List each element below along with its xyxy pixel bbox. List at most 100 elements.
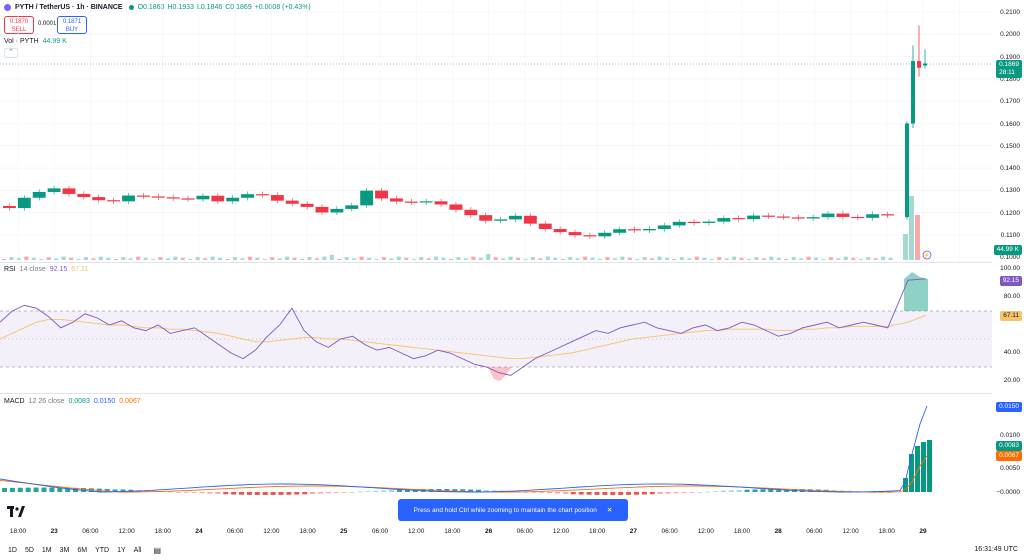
volume-bar	[545, 256, 550, 260]
time-axis-label: 18:00	[878, 528, 895, 535]
volume-bar	[165, 258, 170, 260]
volume-bar	[530, 257, 535, 260]
time-axis-label: 06:00	[806, 528, 823, 535]
macd-hist-tag: 0.0083	[996, 441, 1022, 451]
rsi-chart[interactable]	[0, 263, 992, 393]
goto-date-icon[interactable]: ▤	[153, 546, 161, 555]
volume-bar	[411, 259, 416, 260]
macd-hist-bar	[626, 492, 632, 495]
time-axis-label: 06:00	[661, 528, 678, 535]
volume-bar	[98, 256, 103, 260]
volume-bar	[843, 256, 848, 260]
range-button-all[interactable]: All	[134, 547, 142, 554]
volume-bar	[188, 259, 193, 260]
volume-bar	[687, 258, 692, 260]
volume-bar	[732, 256, 737, 260]
macd-hist-bar	[341, 492, 347, 493]
volume-bar	[240, 258, 245, 260]
time-axis-label: 12:00	[842, 528, 859, 535]
macd-hist-bar	[594, 492, 600, 495]
macd-hist-bar	[175, 492, 181, 493]
toast-close-icon[interactable]: ✕	[607, 506, 612, 514]
volume-bar	[590, 257, 595, 260]
range-button-5d[interactable]: 5D	[25, 547, 34, 554]
range-button-1y[interactable]: 1Y	[117, 547, 126, 554]
volume-bar	[717, 257, 722, 260]
candle	[917, 61, 921, 68]
range-button-ytd[interactable]: YTD	[95, 547, 109, 554]
candle	[553, 228, 567, 233]
macd-hist-bar	[602, 492, 608, 495]
volume-bar	[553, 257, 558, 260]
macd-hist-bar	[752, 489, 758, 492]
volume-bar	[143, 257, 148, 260]
candle	[211, 195, 225, 202]
macd-hist-bar	[381, 490, 387, 492]
macd-hist-bar	[610, 492, 616, 495]
candle	[479, 215, 493, 221]
price-grid	[0, 0, 992, 262]
macd-axis[interactable]: 0.0100 0.0050 −0.0000 0.0150 0.0083 0.00…	[992, 394, 1024, 524]
range-button-6m[interactable]: 6M	[77, 547, 87, 554]
price-axis-label: 0.2000	[1000, 31, 1020, 39]
volume-bar	[195, 257, 200, 260]
candle	[613, 229, 627, 233]
candle	[3, 206, 16, 209]
volume-bar	[642, 257, 647, 260]
candle	[77, 193, 91, 198]
volume-bar	[203, 258, 208, 260]
macd-hist-bar	[2, 488, 7, 492]
tradingview-logo-icon[interactable]	[7, 506, 25, 518]
volume-bar	[598, 259, 602, 260]
volume-bar	[523, 259, 528, 260]
price-chart[interactable]: ⚡	[0, 0, 992, 262]
volume-bar	[2, 259, 6, 260]
time-axis-label: 12:00	[697, 528, 714, 535]
candle	[375, 190, 388, 199]
macd-hist-bar	[909, 454, 914, 492]
range-button-1d[interactable]: 1D	[8, 547, 17, 554]
range-button-1m[interactable]: 1M	[42, 547, 52, 554]
macd-hist-bar	[760, 489, 766, 492]
time-axis-label: 27	[629, 528, 638, 535]
utc-clock[interactable]: 16:31:49 UTC	[974, 546, 1018, 553]
volume-bar	[270, 257, 275, 260]
volume-bar	[16, 258, 21, 260]
macd-axis-label: 0.0100	[1000, 432, 1020, 439]
rsi-axis[interactable]: 100.00 80.00 40.00 20.00 92.15 67.11	[992, 263, 1024, 393]
macd-hist-bar	[397, 489, 402, 492]
volume-bar	[739, 257, 744, 260]
volume-bar	[560, 259, 565, 260]
volume-bar	[31, 257, 36, 260]
macd-signal-tag: 0.0067	[996, 451, 1022, 461]
volume-bar	[709, 259, 714, 260]
macd-hist-bar	[262, 492, 268, 495]
range-buttons: 1D 5D 1M 3M 6M YTD 1Y All	[8, 547, 141, 554]
macd-hist-bar	[207, 492, 213, 494]
macd-hist-bar	[618, 492, 624, 495]
volume-bar	[300, 259, 304, 260]
macd-hist-bar	[9, 487, 15, 492]
volume-bar	[419, 257, 424, 260]
volume-bar	[180, 257, 185, 260]
volume-bar	[54, 258, 59, 260]
volume-bar	[881, 256, 886, 260]
macd-hist-bar	[349, 491, 355, 493]
price-axis[interactable]: 0.2100 0.2000 0.1900 0.1800 0.1700 0.1600 0.15…	[992, 0, 1024, 262]
volume-bar	[24, 256, 29, 260]
price-axis-label: 0.1600	[1000, 120, 1020, 128]
macd-hist-bar	[278, 492, 284, 495]
volume-bar	[903, 234, 908, 260]
macd-value-tag: 0.0150	[996, 402, 1022, 412]
candle	[256, 194, 269, 196]
volume-bar	[508, 256, 513, 260]
volume-bar	[247, 256, 252, 260]
volume-bar	[426, 258, 431, 260]
volume-bar	[337, 259, 342, 260]
macd-hist-bar	[33, 487, 39, 492]
volume-bar	[61, 256, 66, 260]
candle	[330, 208, 344, 213]
range-button-3m[interactable]: 3M	[60, 547, 70, 554]
macd-hist-bar	[310, 492, 316, 494]
time-axis-label: 12:00	[408, 528, 425, 535]
